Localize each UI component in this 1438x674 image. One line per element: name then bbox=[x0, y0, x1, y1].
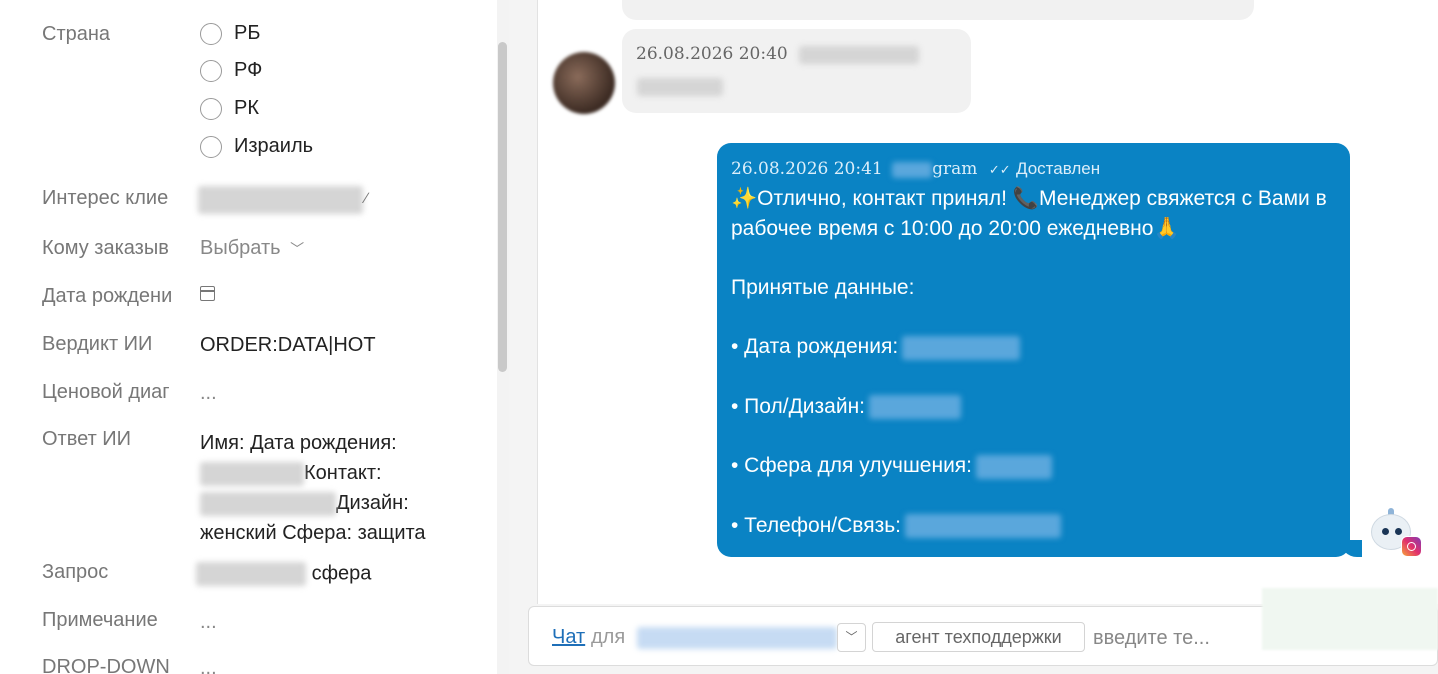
ai-answer-value: Имя: Дата рождения: Контакт: Дизайн: жен… bbox=[200, 432, 426, 544]
price-diag-value[interactable]: ... bbox=[200, 382, 217, 405]
price-diag-label: Ценовой диаг bbox=[42, 381, 170, 403]
radio-circle-icon[interactable] bbox=[200, 97, 222, 120]
radio-circle-icon[interactable] bbox=[200, 135, 222, 158]
country-option-israel[interactable]: Израиль bbox=[200, 135, 313, 158]
ai-answer-label: Ответ ИИ bbox=[42, 428, 132, 450]
form-scrollbar-thumb[interactable] bbox=[498, 42, 507, 372]
client-avatar[interactable] bbox=[553, 52, 615, 114]
agent-support-button[interactable]: агент техподдержки bbox=[872, 622, 1085, 652]
chevron-down-icon: ﹀ bbox=[845, 630, 858, 644]
incoming-message-meta: 26.08.2026 20:40 bbox=[636, 44, 920, 64]
note-label: Примечание bbox=[42, 609, 158, 631]
double-check-icon: ✓✓ bbox=[988, 163, 1011, 178]
interest-label: Интерес клие bbox=[42, 187, 169, 209]
redacted-phone bbox=[905, 514, 1061, 539]
redacted-birth-date bbox=[200, 461, 304, 486]
chevron-down-icon: ﹀ bbox=[290, 241, 305, 257]
country-option-rk[interactable]: РК bbox=[200, 97, 259, 120]
chat-for-label: для bbox=[591, 626, 837, 649]
order-for-label: Кому заказыв bbox=[42, 237, 169, 259]
app-root: Страна РБ РФ РК Израиль Интерес клие ∕ К… bbox=[0, 0, 1438, 674]
interest-value-redacted[interactable] bbox=[198, 186, 363, 214]
redacted-side-note bbox=[1262, 588, 1438, 650]
redacted-channel bbox=[892, 161, 933, 178]
ai-verdict-label: Вердикт ИИ bbox=[42, 333, 153, 355]
redacted-incoming-text bbox=[637, 78, 723, 96]
client-form-panel: Страна РБ РФ РК Израиль Интерес клие ∕ К… bbox=[0, 0, 497, 674]
ai-verdict-value: ORDER:DATA|HOT bbox=[200, 334, 376, 356]
message-input[interactable] bbox=[1093, 623, 1273, 653]
note-value[interactable]: ... bbox=[200, 611, 217, 634]
redacted-sender bbox=[799, 45, 920, 64]
request-label: Запрос bbox=[42, 561, 109, 583]
instagram-icon bbox=[1401, 536, 1422, 557]
redacted-sphere bbox=[976, 454, 1053, 479]
incoming-message-bubble bbox=[622, 29, 971, 113]
country-label: Страна bbox=[42, 23, 111, 45]
birth-date-label: Дата рождени bbox=[42, 285, 173, 307]
country-option-rf[interactable]: РФ bbox=[200, 59, 262, 82]
order-for-select[interactable]: Выбрать ﹀ bbox=[200, 237, 304, 260]
previous-message-bubble bbox=[622, 0, 1254, 20]
redacted-request bbox=[196, 562, 306, 586]
chat-mode-link[interactable]: Чат bbox=[552, 626, 585, 649]
edit-pencil-icon[interactable]: ∕ bbox=[365, 190, 368, 207]
request-value[interactable]: сфера bbox=[196, 562, 371, 586]
country-option-rb[interactable]: РБ bbox=[200, 22, 260, 45]
outgoing-message-text: ✨Отлично, контакт принял! 📞Менеджер свяж… bbox=[731, 187, 1327, 539]
calendar-icon[interactable] bbox=[200, 286, 215, 301]
recipient-dropdown-button[interactable]: ﹀ bbox=[837, 623, 866, 652]
redacted-contact bbox=[200, 491, 336, 516]
redacted-recipient[interactable] bbox=[636, 626, 837, 649]
radio-circle-icon[interactable] bbox=[200, 22, 222, 45]
dropdown-label: DROP-DOWN bbox=[42, 656, 170, 674]
outgoing-message-meta: 26.08.2026 20:41 gram ✓✓ Доставлен bbox=[731, 159, 1101, 179]
redacted-birth-date bbox=[902, 335, 1021, 360]
dropdown-value[interactable]: ... bbox=[200, 657, 217, 674]
radio-circle-icon[interactable] bbox=[200, 59, 222, 82]
redacted-design bbox=[869, 395, 962, 420]
